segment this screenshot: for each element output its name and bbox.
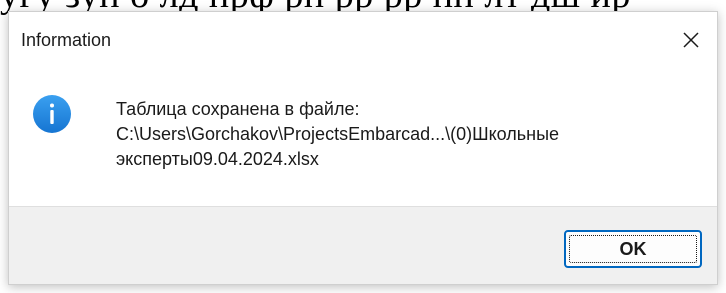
information-dialog: Information Таблица сохранена в файле: C… [8,11,718,285]
message-text: Таблица сохранена в файле: C:\Users\Gorc… [116,97,706,172]
ok-button[interactable]: OK [564,230,702,268]
dialog-footer: OK [9,206,717,284]
message-line: C:\Users\Gorchakov\ProjectsEmbarcad...\(… [116,124,560,144]
ok-button-label: OK [619,238,647,259]
message-line: эксперты09.04.2024.xlsx [116,149,319,169]
screen: угу зуп о лд прф рп рр рр пп лт дш ир In… [0,0,726,293]
close-button[interactable] [675,24,707,56]
dialog-titlebar[interactable]: Information [9,12,717,68]
close-icon [683,32,699,48]
info-icon [33,95,71,133]
message-line: Таблица сохранена в файле: [116,99,360,119]
dialog-content: Таблица сохранена в файле: C:\Users\Gorc… [9,68,717,208]
dialog-title: Information [21,30,112,50]
